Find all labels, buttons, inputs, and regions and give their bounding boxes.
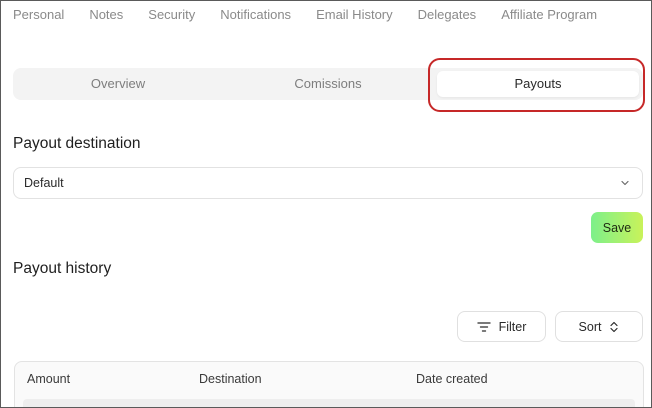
tab-comissions[interactable]: Comissions [223, 68, 433, 100]
nav-item-email-history[interactable]: Email History [316, 7, 393, 22]
affiliate-program-page: Personal Notes Security Notifications Em… [0, 0, 652, 408]
nav-item-delegates[interactable]: Delegates [418, 7, 477, 22]
top-navigation: Personal Notes Security Notifications Em… [13, 7, 622, 22]
filter-button[interactable]: Filter [457, 311, 546, 342]
nav-item-personal[interactable]: Personal [13, 7, 64, 22]
column-header-amount: Amount [27, 372, 71, 386]
filter-lines-icon [476, 321, 491, 332]
column-header-destination: Destination [199, 372, 262, 386]
payout-destination-select[interactable]: Default [13, 167, 643, 199]
affiliate-tabs: Overview Comissions Payouts [13, 68, 643, 100]
table-row [23, 399, 635, 407]
nav-item-notes[interactable]: Notes [89, 7, 123, 22]
chevron-down-icon [621, 180, 629, 186]
tab-payouts[interactable]: Payouts [437, 71, 639, 97]
payout-destination-value: Default [24, 176, 64, 190]
filter-label: Filter [498, 319, 527, 334]
save-button[interactable]: Save [591, 212, 643, 243]
column-header-date-created: Date created [416, 372, 488, 386]
tab-overview[interactable]: Overview [13, 68, 223, 100]
payout-history-table: Amount Destination Date created [14, 361, 644, 407]
sort-button[interactable]: Sort [555, 311, 643, 342]
payout-destination-title: Payout destination [13, 135, 141, 152]
chevron-up-down-icon [610, 321, 619, 332]
nav-item-affiliate-program[interactable]: Affiliate Program [501, 7, 597, 22]
sort-label: Sort [578, 319, 602, 334]
nav-item-security[interactable]: Security [148, 7, 195, 22]
nav-item-notifications[interactable]: Notifications [220, 7, 291, 22]
payout-history-title: Payout history [13, 260, 112, 277]
